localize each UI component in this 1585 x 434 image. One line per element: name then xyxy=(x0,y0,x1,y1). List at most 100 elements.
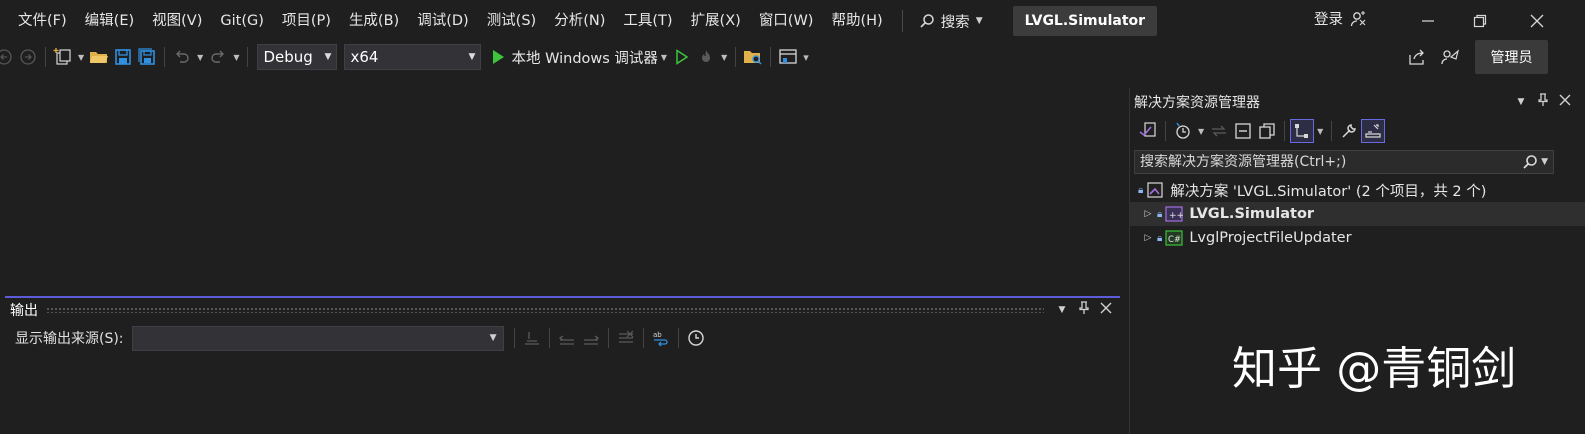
open-folder-button[interactable] xyxy=(87,45,111,69)
menu-debug[interactable]: 调试(D) xyxy=(408,0,477,42)
sync-icon xyxy=(1212,125,1227,137)
toolbar-overflow-icon[interactable]: ▾ xyxy=(803,51,809,64)
window-layout-button[interactable] xyxy=(776,45,800,69)
switch-views-icon xyxy=(1139,122,1156,137)
pending-changes-filter-button[interactable] xyxy=(1171,119,1195,143)
start-debugging-button[interactable]: 本地 Windows 调试器 xyxy=(491,47,658,68)
close-icon[interactable] xyxy=(1098,302,1114,318)
menu-extensions[interactable]: 扩展(X) xyxy=(682,0,750,42)
chevron-down-icon[interactable]: ▼ xyxy=(1198,127,1204,136)
svg-text:++: ++ xyxy=(1169,211,1183,221)
navigate-forward-button[interactable] xyxy=(16,45,40,69)
output-source-label: 显示输出来源(S): xyxy=(15,331,124,347)
minimize-icon xyxy=(1422,20,1434,22)
minimize-button[interactable] xyxy=(1417,10,1439,32)
lock-icon: 🔒︎ xyxy=(1138,184,1144,196)
sync-with-active-document-button[interactable] xyxy=(1207,119,1231,143)
redo-button[interactable] xyxy=(206,45,230,69)
chevron-down-icon[interactable]: ▼ xyxy=(233,53,239,62)
previous-message-icon xyxy=(558,335,574,345)
run-target-label: 本地 Windows 调试器 xyxy=(511,50,658,67)
share-button[interactable] xyxy=(1405,45,1429,69)
chevron-down-icon[interactable]: ▼ xyxy=(661,53,667,62)
word-wrap-button[interactable]: ab xyxy=(649,326,673,350)
properties-button[interactable] xyxy=(1337,119,1361,143)
pin-icon[interactable] xyxy=(1535,93,1551,111)
platform-dropdown[interactable]: x64 ▼ xyxy=(344,44,482,70)
new-project-button[interactable] xyxy=(51,45,75,69)
save-all-button[interactable] xyxy=(135,45,159,69)
clear-all-icon xyxy=(618,330,633,343)
tree-item-solution[interactable]: 🔒︎ 解决方案 'LVGL.Simulator' (2 个项目，共 2 个) xyxy=(1130,178,1585,202)
live-share-button[interactable] xyxy=(1438,45,1462,69)
project-name-badge: LVGL.Simulator xyxy=(1012,6,1158,36)
close-window-button[interactable] xyxy=(1526,10,1548,32)
configuration-dropdown[interactable]: Debug ▼ xyxy=(257,44,338,70)
preview-selected-items-button[interactable] xyxy=(1361,119,1386,143)
undo-button[interactable] xyxy=(170,45,194,69)
window-position-dropdown-icon[interactable]: ▼ xyxy=(1054,305,1070,315)
start-without-debugging-button[interactable] xyxy=(670,45,694,69)
show-timestamp-button[interactable] xyxy=(684,326,708,350)
solution-search-box[interactable]: ▼ xyxy=(1134,150,1554,174)
chevron-down-icon[interactable]: ▼ xyxy=(1317,127,1323,136)
next-message-button[interactable] xyxy=(579,326,603,350)
toolbar-separator xyxy=(45,47,46,67)
menu-test[interactable]: 测试(S) xyxy=(478,0,546,42)
collapse-all-button[interactable] xyxy=(1231,119,1255,143)
menu-view[interactable]: 视图(V) xyxy=(143,0,211,42)
menu-window[interactable]: 窗口(W) xyxy=(750,0,823,42)
menu-file[interactable]: 文件(F) xyxy=(0,0,76,42)
watermark-text: 知乎 @青铜剑 xyxy=(1232,342,1517,395)
restore-button[interactable] xyxy=(1469,10,1491,32)
search-icon[interactable]: ▼ xyxy=(1522,154,1548,170)
previous-message-button[interactable] xyxy=(555,326,579,350)
menu-tools[interactable]: 工具(T) xyxy=(614,0,681,42)
expand-arrow-icon[interactable]: ▷ xyxy=(1142,233,1154,243)
chevron-down-icon: ▼ xyxy=(468,52,476,62)
menu-project[interactable]: 项目(P) xyxy=(273,0,340,42)
chevron-down-icon: ▼ xyxy=(1541,157,1548,167)
history-icon xyxy=(1176,122,1190,139)
folder-search-icon xyxy=(744,51,762,65)
pin-icon[interactable] xyxy=(1076,301,1092,319)
output-source-dropdown[interactable]: ▼ xyxy=(131,325,504,351)
window-layout-icon xyxy=(779,49,797,64)
find-in-files-button[interactable] xyxy=(741,45,765,69)
menu-analyze[interactable]: 分析(N) xyxy=(545,0,614,42)
clear-all-button[interactable] xyxy=(614,326,638,350)
drag-grip[interactable] xyxy=(46,307,1044,313)
switch-views-button[interactable] xyxy=(1136,119,1160,143)
chevron-down-icon: ▼ xyxy=(489,333,497,343)
show-all-files-button[interactable] xyxy=(1255,119,1279,143)
window-position-dropdown-icon[interactable]: ▼ xyxy=(1513,97,1529,107)
chevron-down-icon[interactable]: ▼ xyxy=(78,53,84,62)
expand-arrow-icon[interactable]: ▷ xyxy=(1142,209,1154,219)
menu-edit[interactable]: 编辑(E) xyxy=(76,0,143,42)
solution-search-input[interactable] xyxy=(1140,154,1510,170)
play-outline-icon xyxy=(676,49,689,65)
navigate-back-button[interactable] xyxy=(0,45,16,69)
chevron-down-icon[interactable]: ▼ xyxy=(721,53,727,62)
class-view-button[interactable] xyxy=(1290,119,1315,143)
chevron-down-icon[interactable]: ▼ xyxy=(197,53,203,62)
save-all-icon xyxy=(138,48,155,65)
search-button[interactable]: 搜索 ▼ xyxy=(913,11,989,32)
toolbar-separator xyxy=(548,328,550,348)
menu-help[interactable]: 帮助(H) xyxy=(822,0,891,42)
tree-item-project[interactable]: ▷ 🔒︎ ++ LVGL.Simulator xyxy=(1130,202,1585,226)
solution-explorer-toolbar: ▼ ▼ xyxy=(1130,116,1585,146)
find-message-button[interactable] xyxy=(520,326,544,350)
toolbar-separator xyxy=(1331,121,1333,141)
menu-build[interactable]: 生成(B) xyxy=(340,0,408,42)
login-button[interactable]: 登录 xyxy=(1314,8,1367,29)
clock-icon xyxy=(687,330,704,346)
collapse-all-icon xyxy=(1235,123,1251,139)
toolbar-separator xyxy=(642,328,644,348)
close-icon[interactable] xyxy=(1557,94,1573,110)
menu-git[interactable]: Git(G) xyxy=(211,0,273,42)
close-icon xyxy=(1530,14,1544,28)
save-button[interactable] xyxy=(111,45,135,69)
hot-reload-button[interactable] xyxy=(694,45,718,69)
tree-item-project[interactable]: ▷ 🔒︎ C# LvglProjectFileUpdater xyxy=(1130,226,1585,250)
